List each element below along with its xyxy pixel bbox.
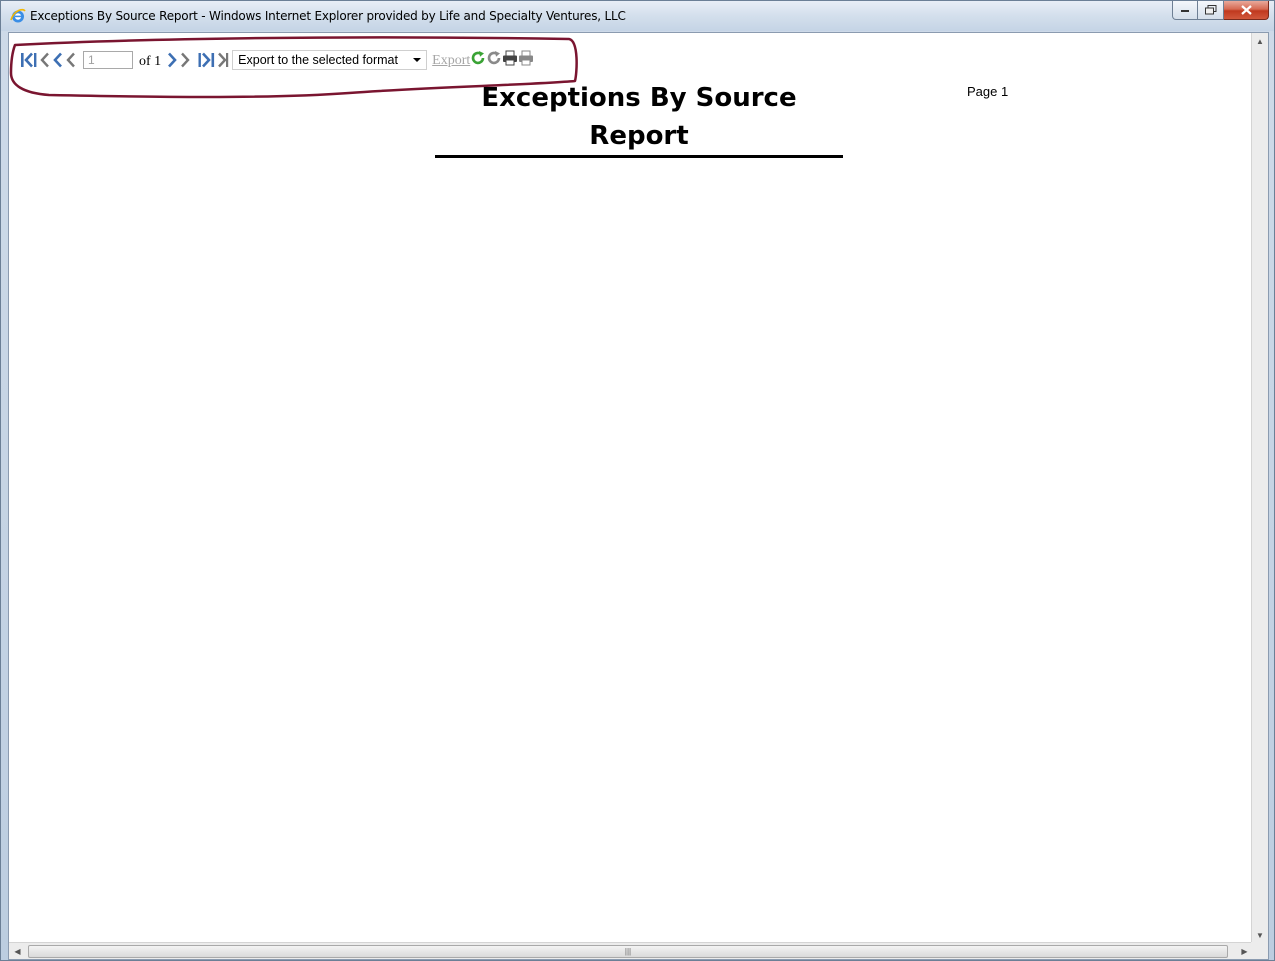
restore-button[interactable] xyxy=(1198,1,1224,20)
next-page-button[interactable] xyxy=(165,50,179,70)
refresh-button[interactable] xyxy=(470,50,486,66)
restore-icon xyxy=(1204,5,1216,15)
browser-window: Exceptions By Source Report - Windows In… xyxy=(0,0,1275,961)
scrollbar-corner xyxy=(1251,942,1268,959)
window-controls xyxy=(1172,1,1269,22)
report-toolbar: of 1 xyxy=(19,49,534,71)
previous-page-icon xyxy=(53,52,62,68)
internet-explorer-icon xyxy=(10,8,26,23)
print-disabled-button xyxy=(518,50,534,66)
export-link[interactable]: Export xyxy=(432,53,470,69)
chevron-left-icon xyxy=(66,52,75,68)
window-title: Exceptions By Source Report - Windows In… xyxy=(30,9,626,23)
next-page-icon xyxy=(168,52,177,68)
print-button[interactable] xyxy=(502,50,518,66)
scroll-left-icon[interactable]: ◀ xyxy=(9,943,26,959)
export-format-select[interactable]: Export to the selected format xyxy=(232,50,428,70)
dropdown-arrow-icon xyxy=(413,58,422,62)
print-icon xyxy=(503,50,518,66)
last-page-icon xyxy=(198,52,215,68)
minimize-button[interactable] xyxy=(1172,1,1198,20)
first-page-button[interactable] xyxy=(19,50,39,70)
page-number-input[interactable] xyxy=(83,51,133,69)
previous-page-disabled-arrow xyxy=(65,50,77,70)
report-title: Exceptions By Source Report xyxy=(435,79,843,158)
minimize-icon xyxy=(1181,10,1189,12)
report-viewer: of 1 xyxy=(8,32,1269,960)
title-bar: Exceptions By Source Report - Windows In… xyxy=(1,1,1274,31)
chevron-right-icon xyxy=(181,52,190,68)
refresh-icon xyxy=(472,51,485,65)
first-page-disabled-arrow xyxy=(39,50,51,70)
last-page-button[interactable] xyxy=(197,50,217,70)
scroll-up-icon[interactable]: ▲ xyxy=(1252,33,1268,50)
refresh-icon xyxy=(488,51,501,65)
export-format-selected: Export to the selected format xyxy=(238,53,398,67)
horizontal-scroll-thumb[interactable]: ||| xyxy=(28,945,1228,958)
vertical-scrollbar[interactable]: ▲ ▼ xyxy=(1251,33,1268,944)
chevron-left-icon xyxy=(40,52,49,68)
first-page-icon xyxy=(21,52,37,68)
chevron-right-icon xyxy=(218,52,229,68)
close-icon xyxy=(1240,5,1252,15)
last-page-disabled-arrow xyxy=(217,50,229,70)
previous-page-button[interactable] xyxy=(51,50,65,70)
page-count-label: of 1 xyxy=(139,54,162,69)
close-button[interactable] xyxy=(1224,1,1269,20)
next-page-disabled-arrow xyxy=(179,50,191,70)
print-icon xyxy=(519,50,534,66)
horizontal-scrollbar[interactable]: ◀ ||| ▶ xyxy=(9,942,1253,959)
page-number-label: Page 1 xyxy=(967,84,1009,99)
refresh-disabled-button xyxy=(486,50,502,66)
